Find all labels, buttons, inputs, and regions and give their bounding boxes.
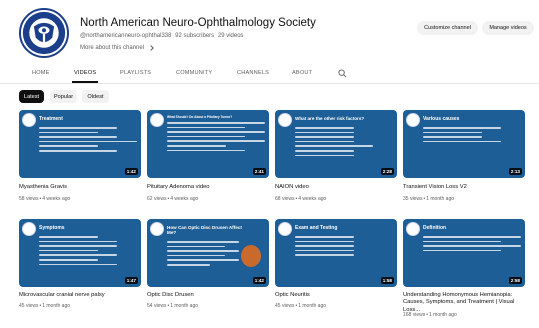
thumbnail-heading: What are the other risk factors? xyxy=(295,116,365,121)
video-duration: 2:13 xyxy=(508,168,522,175)
channel-handle: @northamericanneuro-ophthal338 xyxy=(80,33,172,39)
thumbnail-bullets xyxy=(295,236,393,259)
thumbnail-bullets xyxy=(423,236,521,254)
video-meta: 35 views•1 month ago xyxy=(403,196,455,202)
video-views: 45 views xyxy=(19,303,39,309)
thumbnail-heading: Various causes xyxy=(423,116,460,122)
video-duration: 2:58 xyxy=(508,277,522,284)
thumbnail-heading: Symptoms xyxy=(39,225,65,231)
video-meta: 68 views•4 weeks ago xyxy=(275,196,327,202)
tab-community[interactable]: COMMUNITY xyxy=(176,70,212,76)
video-title[interactable]: Transient Vision Loss V2 xyxy=(403,184,525,191)
manage-videos-button[interactable]: Manage videos xyxy=(482,21,534,35)
video-age: 1 month ago xyxy=(298,303,327,309)
society-logo-icon xyxy=(278,113,292,127)
video-thumbnail[interactable]: How Can Optic Disc Drusen Affect Me? 1:4… xyxy=(147,219,269,287)
video-title[interactable]: Optic Neuritis xyxy=(275,292,397,299)
video-views: 58 views xyxy=(19,196,39,202)
video-title[interactable]: Myasthenia Gravis xyxy=(19,184,141,191)
video-age: 4 weeks ago xyxy=(298,196,327,202)
tab-videos[interactable]: VIDEOS xyxy=(74,70,96,76)
fundus-photo-image xyxy=(241,245,261,267)
video-thumbnail[interactable]: Various causes 2:13 xyxy=(403,110,525,178)
video-title[interactable]: Optic Disc Drusen xyxy=(147,292,269,299)
video-thumbnail[interactable]: Exam and Testing 1:58 xyxy=(275,219,397,287)
video-meta: 45 views•1 month ago xyxy=(19,303,71,309)
video-age: 1 month ago xyxy=(170,303,199,309)
channel-tabs: HOME VIDEOS PLAYLISTS COMMUNITY CHANNELS… xyxy=(0,66,539,84)
video-duration: 2:41 xyxy=(252,168,266,175)
thumbnail-heading: How Can Optic Disc Drusen Affect Me? xyxy=(167,225,242,236)
video-thumbnail[interactable]: Definition 2:58 xyxy=(403,219,525,287)
society-logo-icon xyxy=(22,222,36,236)
video-meta: 168 views•1 month ago xyxy=(403,312,457,318)
thumbnail-bullets xyxy=(167,122,265,154)
thumbnail-bullets xyxy=(295,127,393,159)
channel-header: North American Neuro-Ophthalmology Socie… xyxy=(0,0,539,66)
video-views: 45 views xyxy=(275,303,295,309)
video-views: 62 views xyxy=(147,196,167,202)
video-title[interactable]: Microvascular cranial nerve palsy xyxy=(19,292,141,299)
society-logo-icon xyxy=(150,222,164,236)
video-thumbnail[interactable]: What are the other risk factors? 2:28 xyxy=(275,110,397,178)
about-channel-label: More about this channel xyxy=(80,45,145,51)
naanos-logo-icon xyxy=(22,11,66,55)
video-meta: 62 views•4 weeks ago xyxy=(147,196,199,202)
chevron-right-icon xyxy=(148,45,154,51)
thumbnail-bullets xyxy=(167,241,239,269)
video-thumbnail[interactable]: What Should I Do About a Pituitary Tumor… xyxy=(147,110,269,178)
video-count: 29 videos xyxy=(217,33,244,39)
video-age: 4 weeks ago xyxy=(170,196,199,202)
thumbnail-bullets xyxy=(39,127,137,155)
subscriber-count: 92 subscribers xyxy=(175,33,215,39)
active-tab-indicator xyxy=(72,81,98,83)
thumbnail-bullets xyxy=(423,127,521,145)
society-logo-icon xyxy=(22,113,36,127)
video-duration: 1:42 xyxy=(124,168,138,175)
about-channel-link[interactable]: More about this channel xyxy=(80,45,154,51)
tab-about[interactable]: ABOUT xyxy=(292,70,312,76)
video-meta: 54 views•1 month ago xyxy=(147,303,199,309)
society-logo-icon xyxy=(406,113,420,127)
video-duration: 1:47 xyxy=(124,277,138,284)
video-duration: 1:42 xyxy=(252,277,266,284)
thumbnail-heading: Exam and Testing xyxy=(295,225,338,231)
society-logo-icon xyxy=(278,222,292,236)
tab-home[interactable]: HOME xyxy=(32,70,50,76)
filter-popular-chip[interactable]: Popular xyxy=(50,90,77,103)
video-title[interactable]: Pituitary Adenoma video xyxy=(147,184,269,191)
video-age: 1 month ago xyxy=(429,312,457,318)
thumbnail-heading: Treatment xyxy=(39,116,63,122)
video-meta: 45 views•1 month ago xyxy=(275,303,327,309)
filter-oldest-chip[interactable]: Oldest xyxy=(82,90,109,103)
customize-channel-button[interactable]: Customize channel xyxy=(417,21,478,35)
search-icon[interactable] xyxy=(338,69,347,78)
video-age: 4 weeks ago xyxy=(42,196,71,202)
video-views: 68 views xyxy=(275,196,295,202)
channel-stats: @northamericanneuro-ophthal338 92 subscr… xyxy=(80,33,246,39)
thumbnail-heading: What Should I Do About a Pituitary Tumor… xyxy=(167,115,233,119)
channel-name: North American Neuro-Ophthalmology Socie… xyxy=(80,17,316,29)
video-age: 1 month ago xyxy=(42,303,71,309)
society-logo-icon xyxy=(406,222,420,236)
video-views: 54 views xyxy=(147,303,167,309)
tab-playlists[interactable]: PLAYLISTS xyxy=(120,70,151,76)
video-title[interactable]: NAION video xyxy=(275,184,397,191)
video-title[interactable]: Understanding Homonymous Hemianopia: Cau… xyxy=(403,292,525,314)
video-thumbnail[interactable]: Treatment 1:42 xyxy=(19,110,141,178)
video-age: 1 month ago xyxy=(426,196,455,202)
video-duration: 2:28 xyxy=(380,168,394,175)
video-duration: 1:58 xyxy=(380,277,394,284)
thumbnail-heading: Definition xyxy=(423,225,447,231)
society-logo-icon xyxy=(150,113,164,127)
tab-channels[interactable]: CHANNELS xyxy=(237,70,269,76)
video-meta: 58 views•4 weeks ago xyxy=(19,196,71,202)
filter-latest-chip[interactable]: Latest xyxy=(19,90,44,103)
thumbnail-bullets xyxy=(39,236,137,268)
video-views: 35 views xyxy=(403,196,423,202)
video-thumbnail[interactable]: Symptoms 1:47 xyxy=(19,219,141,287)
video-views: 168 views xyxy=(403,312,426,318)
channel-avatar[interactable] xyxy=(19,8,69,58)
